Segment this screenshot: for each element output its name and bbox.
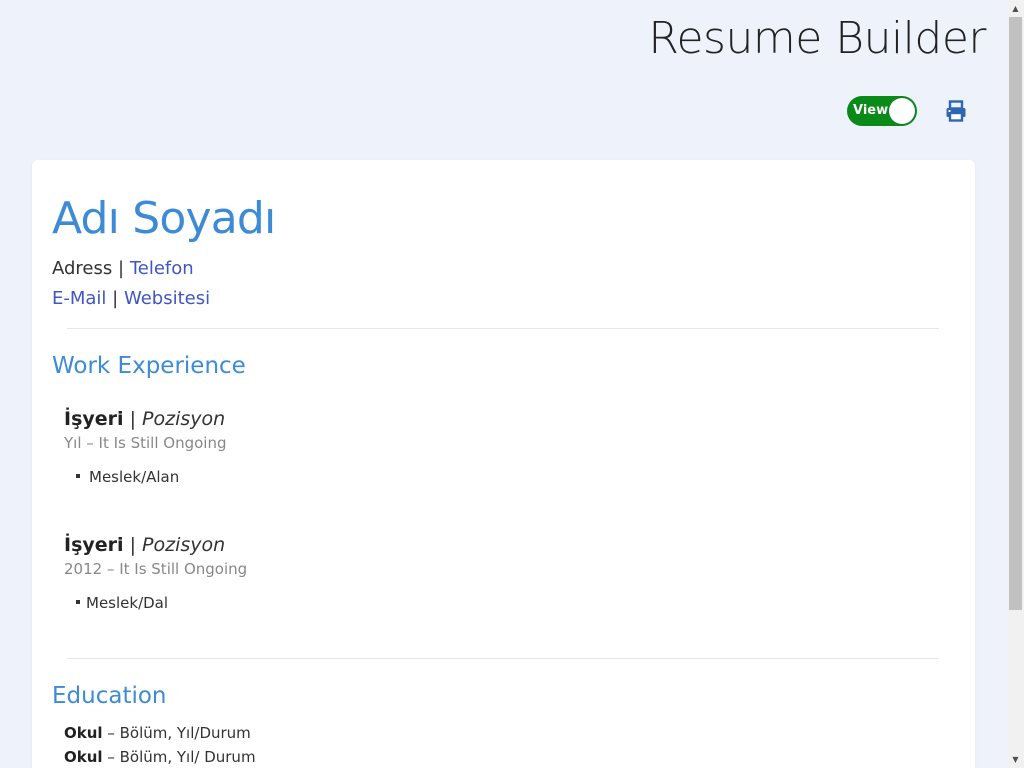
job-bullet-text: Meslek/Dal (86, 594, 169, 612)
job-entry: İşyeri | Pozisyon 2012 – It Is Still Ong… (64, 532, 864, 612)
education-item: Okul – Bölüm, Yıl/Durum (64, 723, 251, 743)
work-experience-heading: Work Experience (52, 353, 246, 379)
app-title: Resume Builder (648, 13, 986, 64)
separator: | (129, 408, 136, 430)
bullet-icon (76, 600, 80, 604)
website-link[interactable]: Websitesi (124, 288, 210, 309)
employer-name: İşyeri (64, 534, 124, 556)
email-link[interactable]: E-Mail (52, 288, 106, 309)
education-item: Okul – Bölüm, Yıl/ Durum (64, 747, 256, 767)
education-heading: Education (52, 683, 167, 709)
education-details: – Bölüm, Yıl/Durum (102, 724, 251, 742)
print-button[interactable] (944, 98, 968, 124)
separator: | (129, 534, 136, 556)
resume-card: Adı Soyadı Adress | Telefon E-Mail | Web… (32, 160, 975, 768)
job-position: Pozisyon (142, 534, 226, 556)
app-viewport: Resume Builder View Adı Soyadı Adress | … (0, 0, 1024, 768)
job-title-line: İşyeri | Pozisyon (64, 406, 864, 432)
job-position: Pozisyon (142, 408, 226, 430)
contact-line-address-phone: Adress | Telefon (52, 257, 194, 281)
address-text: Adress (52, 258, 113, 279)
job-entry: İşyeri | Pozisyon Yıl – It Is Still Ongo… (64, 406, 864, 486)
contact-line-email-website: E-Mail | Websitesi (52, 287, 210, 311)
school-name: Okul (64, 748, 103, 766)
view-toggle[interactable]: View (847, 96, 917, 126)
toggle-knob (889, 98, 915, 124)
bullet-icon (76, 474, 80, 478)
section-divider (67, 328, 939, 329)
scroll-thumb[interactable] (1009, 17, 1022, 610)
job-bullet-item: Meslek/Dal (64, 594, 864, 612)
vertical-scrollbar[interactable]: ▲ ▼ (1007, 0, 1024, 768)
view-toggle-label: View (853, 103, 889, 118)
job-bullet-item: Meslek/Alan (64, 468, 864, 486)
full-name: Adı Soyadı (52, 193, 276, 244)
job-bullets: Meslek/Alan (64, 468, 864, 486)
job-title-line: İşyeri | Pozisyon (64, 532, 864, 558)
job-period: 2012 – It Is Still Ongoing (64, 560, 248, 578)
school-name: Okul (64, 724, 103, 742)
job-period: Yıl – It Is Still Ongoing (64, 434, 227, 452)
job-bullet-text: Meslek/Alan (89, 468, 180, 486)
employer-name: İşyeri (64, 408, 124, 430)
education-details: – Bölüm, Yıl/ Durum (102, 748, 256, 766)
scroll-up-arrow-icon[interactable]: ▲ (1007, 0, 1024, 17)
phone-link[interactable]: Telefon (130, 258, 194, 279)
separator: | (118, 258, 125, 279)
printer-icon (946, 100, 966, 122)
job-bullets: Meslek/Dal (64, 594, 864, 612)
separator: | (112, 288, 119, 309)
section-divider (67, 658, 939, 659)
scroll-down-arrow-icon[interactable]: ▼ (1007, 751, 1024, 768)
